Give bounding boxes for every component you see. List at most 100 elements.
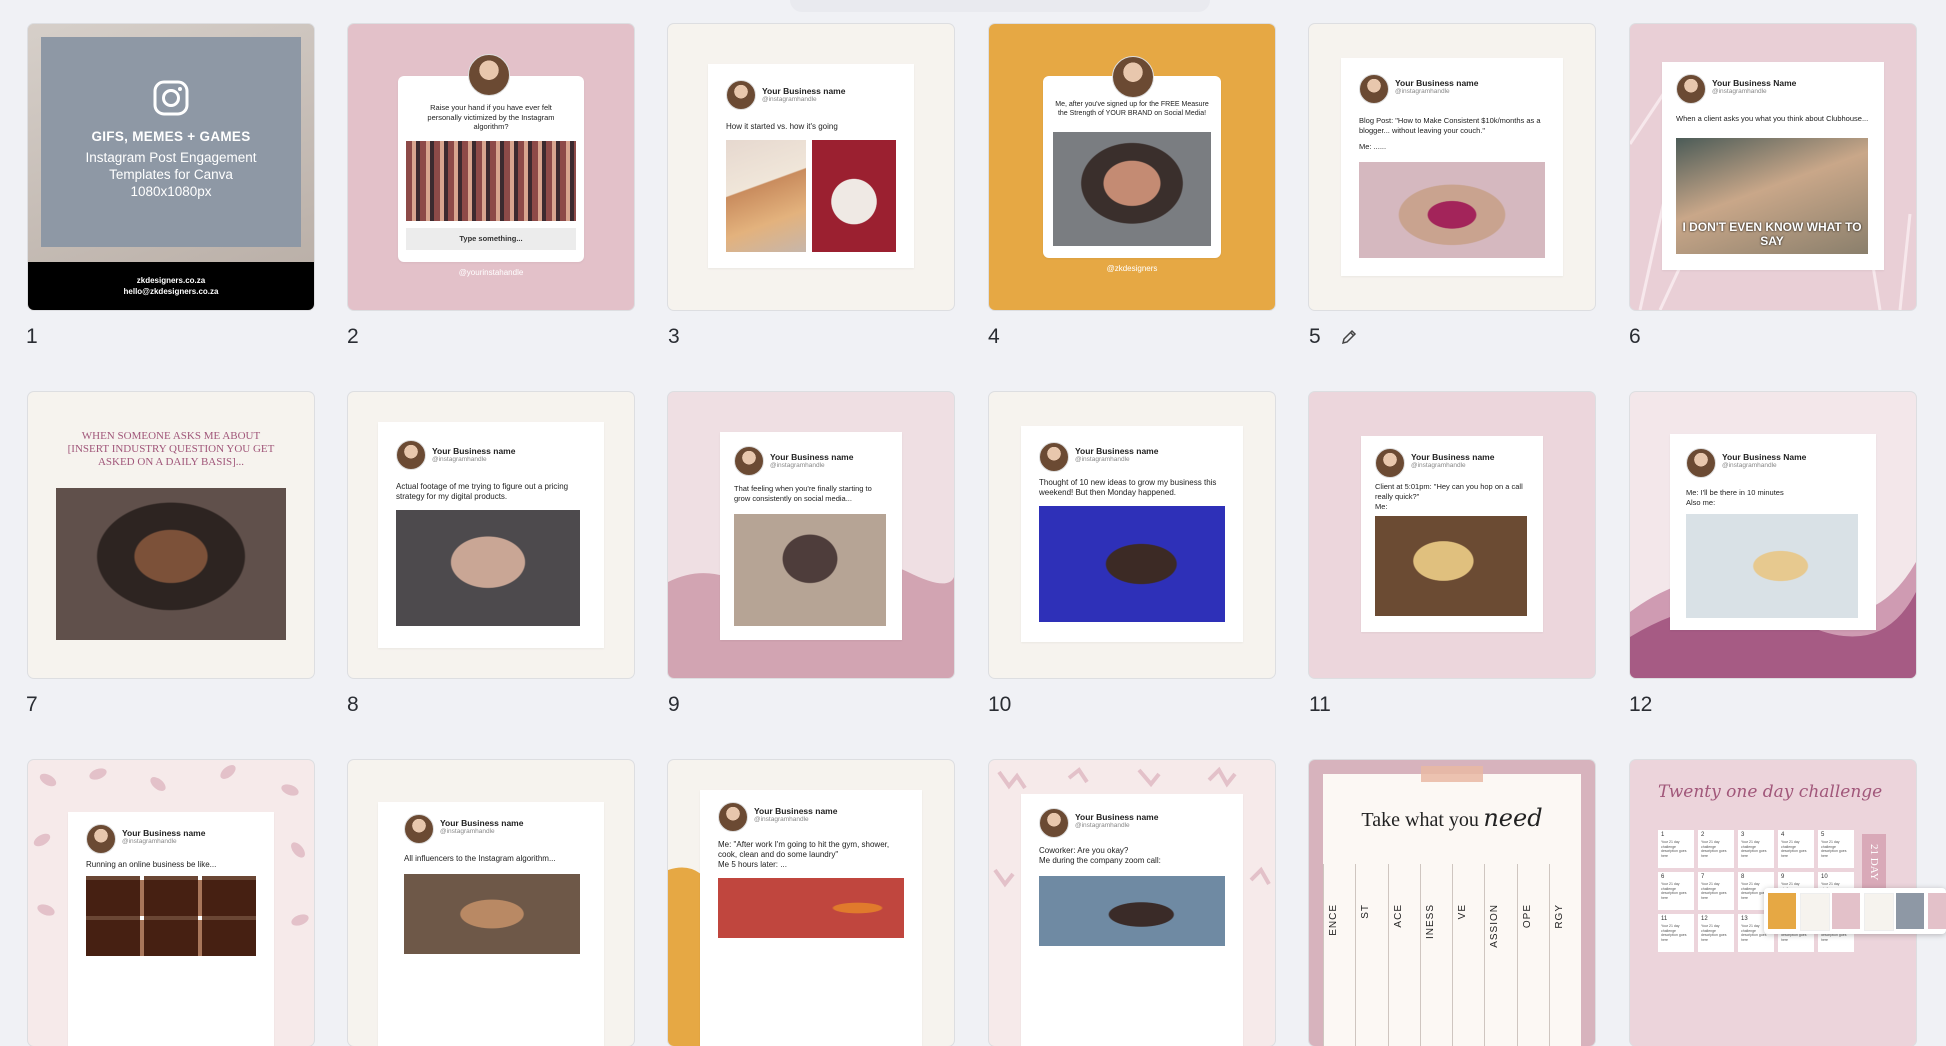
business-name: Your Business name xyxy=(770,452,854,462)
page-thumbnail-12[interactable]: Your Business Name @instagramhandle Me: … xyxy=(1630,392,1916,678)
business-handle: @instagramhandle xyxy=(432,456,487,463)
business-handle: @instagramhandle xyxy=(762,96,817,103)
page-thumbnail-6[interactable]: Your Business Name @instagramhandle When… xyxy=(1630,24,1916,310)
page-number: 4 xyxy=(988,325,1000,348)
challenge-day-number: 8 xyxy=(1741,874,1745,880)
business-name: Your Business Name xyxy=(1722,452,1807,462)
tear-off-tabs: ENCE ST ACE INESS VE ASSION OPE RGY xyxy=(1323,864,1581,1046)
business-handle: @instagramhandle xyxy=(440,828,495,835)
page-thumbnail-7[interactable]: WHEN SOMEONE ASKS ME ABOUT [INSERT INDUS… xyxy=(28,392,314,678)
post-caption: Actual footage of me trying to figure ou… xyxy=(396,482,569,501)
meme-image xyxy=(1053,132,1211,246)
challenge-day-number: 2 xyxy=(1701,832,1705,838)
page-thumbnail-11[interactable]: Your Business name @instagramhandle Clie… xyxy=(1309,392,1595,678)
page-thumbnail-1[interactable]: GIFS, MEMES + GAMES Instagram Post Engag… xyxy=(28,24,314,310)
page-preview-strip[interactable] xyxy=(1764,888,1946,934)
page-number: 3 xyxy=(668,325,680,348)
avatar xyxy=(1039,442,1069,472)
challenge-day-cell: 5 Your 21 day challenge description goes … xyxy=(1818,830,1854,868)
post-card: Me, after you've signed up for the FREE … xyxy=(1043,76,1221,258)
cover-email: hello@zkdesigners.co.za xyxy=(123,287,219,296)
page-number: 5 xyxy=(1309,325,1321,348)
avatar xyxy=(404,814,434,844)
post-caption: Me: I'll be there in 10 minutes xyxy=(1686,488,1784,497)
page-thumbnail-17[interactable]: Take what you need ENCE ST ACE INESS VE ASSIO… xyxy=(1309,760,1595,1046)
page-thumbnail-8[interactable]: Your Business name @instagramhandle Actu… xyxy=(348,392,634,678)
page-thumbnail-14[interactable]: Your Business name @instagramhandle All … xyxy=(348,760,634,1046)
tear-off-tab: OPE xyxy=(1516,864,1550,1046)
page-thumbnail-4[interactable]: Me, after you've signed up for the FREE … xyxy=(989,24,1275,310)
page-thumbnail-15[interactable]: Your Business name @instagramhandle Me: … xyxy=(668,760,954,1046)
post-caption: Me, after you've signed up for the FREE … xyxy=(1055,101,1209,117)
meme-image-right xyxy=(812,140,896,252)
business-name: Your Business name xyxy=(122,828,206,838)
business-handle: @instagramhandle xyxy=(770,462,825,469)
meme-collage xyxy=(86,876,256,956)
cover-title: GIFS, MEMES + GAMES xyxy=(91,129,251,144)
page-number: 6 xyxy=(1629,325,1641,348)
page-number: 10 xyxy=(988,693,1012,716)
page-thumbnail-13[interactable]: Your Business name @instagramhandle Runn… xyxy=(28,760,314,1046)
tear-off-tab-label: RGY xyxy=(1553,904,1565,929)
tear-off-tab-label: ST xyxy=(1360,904,1372,919)
post-card: Your Business name @instagramhandle Me: … xyxy=(700,790,922,1046)
tear-off-tab: VE xyxy=(1452,864,1485,1046)
post-caption: Blog Post: "How to Make Consistent $10k/… xyxy=(1359,116,1541,135)
business-handle: @instagramhandle xyxy=(1411,462,1466,469)
meme-image xyxy=(1039,876,1225,946)
challenge-day-text: Your 21 day challenge description goes h… xyxy=(1741,840,1767,858)
post-card: Raise your hand if you have ever felt pe… xyxy=(398,76,584,262)
post-caption: Me: "After work I'm going to hit the gym… xyxy=(718,840,890,859)
challenge-day-text: Your 21 day challenge description goes h… xyxy=(1661,840,1687,858)
challenge-day-cell: 12 Your 21 day challenge description goes… xyxy=(1698,914,1734,952)
poster-title-script: need xyxy=(1483,804,1543,832)
tear-off-tab: ASSION xyxy=(1484,864,1517,1046)
page-thumbnail-10[interactable]: Your Business name @instagramhandle Thou… xyxy=(989,392,1275,678)
page-thumbnail-5[interactable]: Your Business name @instagramhandle Blog… xyxy=(1309,24,1595,310)
avatar xyxy=(396,440,426,470)
meme-caption: I DON'T EVEN KNOW WHAT TO SAY xyxy=(1682,220,1862,248)
business-name: Your Business name xyxy=(440,818,524,828)
post-card: Your Business name @instagramhandle Clie… xyxy=(1361,436,1543,632)
cover-subtitle: Instagram Post Engagement Templates for … xyxy=(85,150,257,199)
challenge-day-cell: 7 Your 21 day challenge description goes … xyxy=(1698,872,1734,910)
page-number: 8 xyxy=(347,693,359,716)
preview-thumb xyxy=(1928,893,1946,929)
avatar xyxy=(1359,74,1389,104)
post-caption: Thought of 10 new ideas to grow my busin… xyxy=(1039,478,1217,497)
page-number: 7 xyxy=(26,693,38,716)
avatar xyxy=(718,802,748,832)
business-name: Your Business name xyxy=(1395,78,1479,88)
meme-image xyxy=(1375,516,1527,616)
post-caption-2: Also me: xyxy=(1686,498,1716,507)
instagram-icon xyxy=(153,80,189,116)
meme-image xyxy=(406,141,576,221)
page-number: 11 xyxy=(1309,693,1331,716)
post-card: Your Business name @instagramhandle Actu… xyxy=(378,422,604,648)
challenge-side-text: 21 DAY xyxy=(1868,844,1880,881)
page-thumbnail-16[interactable]: Your Business name @instagramhandle Cowo… xyxy=(989,760,1275,1046)
avatar xyxy=(1375,448,1405,478)
challenge-day-text: Your 21 day challenge description goes h… xyxy=(1661,882,1687,900)
business-handle: @instagramhandle xyxy=(1075,456,1130,463)
post-card: Your Business Name @instagramhandle When… xyxy=(1662,62,1884,270)
meme-image xyxy=(718,878,904,938)
post-caption: Raise your hand if you have ever felt pe… xyxy=(427,103,555,131)
avatar xyxy=(1112,56,1154,98)
cover-footer: zkdesigners.co.za hello@zkdesigners.co.z… xyxy=(28,262,314,310)
challenge-day-number: 4 xyxy=(1781,832,1785,838)
business-name: Your Business name xyxy=(1075,446,1159,456)
business-handle: @instagramhandle xyxy=(1722,462,1777,469)
meme-image xyxy=(404,874,580,954)
pencil-icon[interactable] xyxy=(1340,328,1358,346)
tear-off-tab-label: ASSION xyxy=(1489,904,1501,948)
poster-title-plain: Take what you xyxy=(1361,809,1479,831)
challenge-day-number: 10 xyxy=(1821,874,1828,880)
post-card: Your Business name @instagramhandle That… xyxy=(720,432,902,640)
post-card: Your Business name @instagramhandle Cowo… xyxy=(1021,794,1243,1046)
reply-input[interactable]: Type something... xyxy=(406,228,576,250)
page-thumbnail-3[interactable]: Your Business name @instagramhandle How … xyxy=(668,24,954,310)
page-thumbnail-2[interactable]: Raise your hand if you have ever felt pe… xyxy=(348,24,634,310)
page-thumbnail-9[interactable]: Your Business name @instagramhandle That… xyxy=(668,392,954,678)
post-card: Your Business name @instagramhandle All … xyxy=(378,802,604,1046)
